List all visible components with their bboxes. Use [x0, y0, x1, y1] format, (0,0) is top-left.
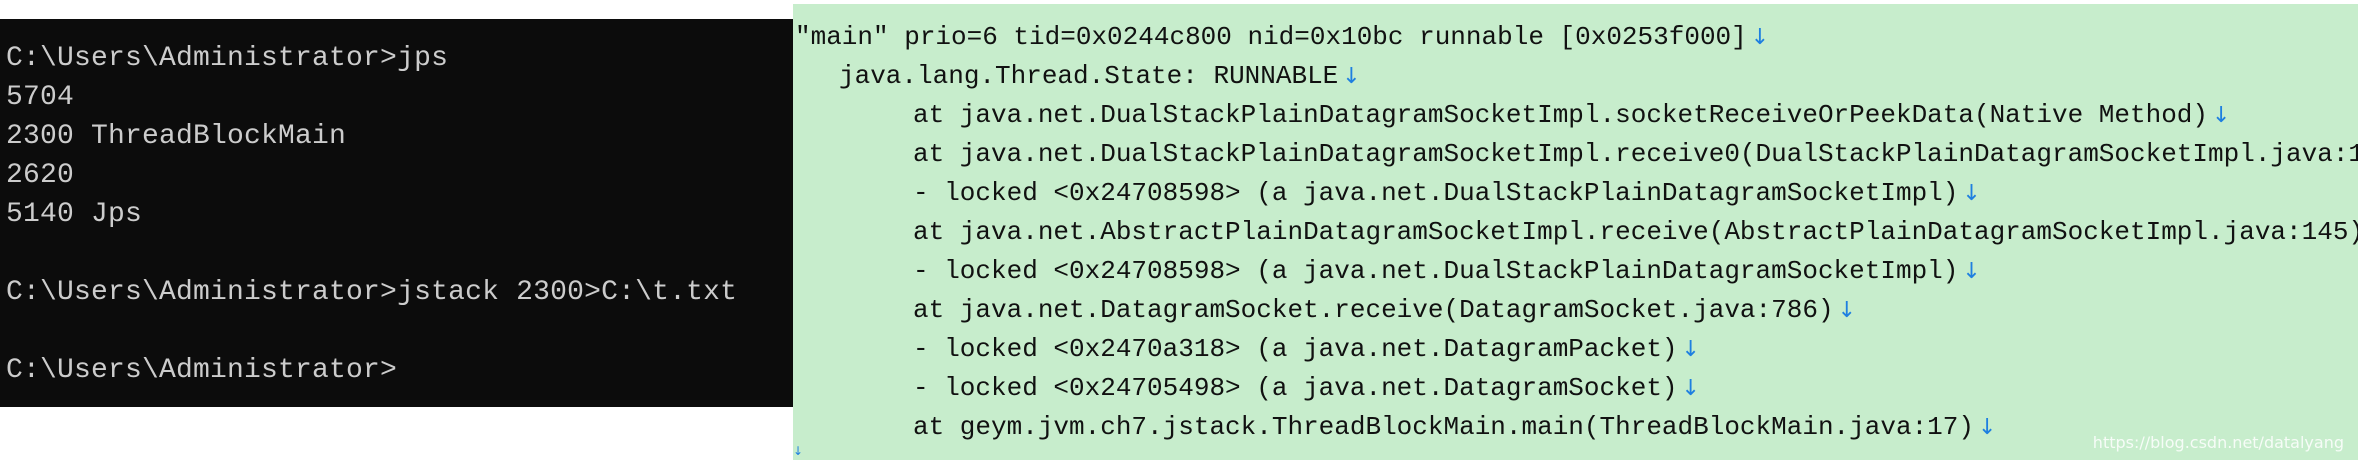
editor-line-text: at java.net.DatagramSocket.receive(Datag…	[913, 295, 1834, 325]
terminal-window[interactable]: C:\Users\Administrator>jps 5704 2300 Thr…	[0, 19, 793, 407]
terminal-line-pid-2300: 2300 ThreadBlockMain	[6, 121, 347, 152]
line-break-arrow-icon: ↓	[1681, 337, 1700, 362]
editor-line-text: - locked <0x24705498> (a java.net.Datagr…	[913, 373, 1678, 403]
editor-text-area[interactable]: "main" prio=6 tid=0x0244c800 nid=0x10bc …	[793, 4, 2358, 460]
terminal-line-jps-command: C:\Users\Administrator>jps	[6, 43, 449, 74]
editor-line-thread-state: java.lang.Thread.State: RUNNABLE ↓	[793, 57, 2358, 96]
terminal-line-pid-5704: 5704	[6, 82, 75, 113]
terminal-line-pid-2620: 2620	[6, 160, 75, 191]
editor-line-text: - locked <0x24708598> (a java.net.DualSt…	[913, 256, 1959, 286]
terminal-line-jstack-command: C:\Users\Administrator>jstack 2300>C:\t.…	[6, 277, 738, 308]
editor-line-stack-frame: at java.net.DualStackPlainDatagramSocket…	[793, 96, 2358, 135]
line-break-arrow-icon: ↓	[1962, 259, 1981, 284]
line-break-arrow-icon: ↓	[1962, 181, 1981, 206]
editor-line-stack-frame: at java.net.DatagramSocket.receive(Datag…	[793, 291, 2358, 330]
editor-line-lock: - locked <0x2470a318> (a java.net.Datagr…	[793, 330, 2358, 369]
editor-line-text: - locked <0x24708598> (a java.net.DualSt…	[913, 178, 1959, 208]
editor-line-text: java.lang.Thread.State: RUNNABLE	[839, 61, 1339, 91]
editor-line-thread-header: "main" prio=6 tid=0x0244c800 nid=0x10bc …	[793, 18, 2358, 57]
terminal-line-pid-5140: 5140 Jps	[6, 199, 143, 230]
editor-line-stack-frame: at java.net.DualStackPlainDatagramSocket…	[793, 135, 2358, 174]
editor-line-lock: - locked <0x24708598> (a java.net.DualSt…	[793, 174, 2358, 213]
editor-line-text: "main" prio=6 tid=0x0244c800 nid=0x10bc …	[795, 22, 1747, 52]
line-break-arrow-icon: ↓	[2212, 103, 2231, 128]
editor-line-text: - locked <0x2470a318> (a java.net.Datagr…	[913, 334, 1678, 364]
editor-line-text: at java.net.DualStackPlainDatagramSocket…	[913, 139, 2358, 169]
watermark: https://blog.csdn.net/datalyang	[2092, 433, 2344, 452]
editor-line-text: at java.net.AbstractPlainDatagramSocketI…	[913, 217, 2358, 247]
editor-line-stack-frame: at java.net.AbstractPlainDatagramSocketI…	[793, 213, 2358, 252]
terminal-line-prompt[interactable]: C:\Users\Administrator>	[6, 351, 793, 390]
editor-line-lock: - locked <0x24708598> (a java.net.DualSt…	[793, 252, 2358, 291]
line-break-arrow-icon: ↓	[1977, 415, 1997, 440]
end-of-file-arrow-icon: ↓	[793, 444, 804, 458]
line-break-arrow-icon: ↓	[1681, 376, 1700, 401]
line-break-arrow-icon: ↓	[1750, 25, 1770, 50]
line-break-arrow-icon: ↓	[1342, 64, 1361, 89]
editor-line-text: at java.net.DualStackPlainDatagramSocket…	[913, 100, 2209, 130]
line-break-arrow-icon: ↓	[1837, 298, 1856, 323]
editor-line-text: at geym.jvm.ch7.jstack.ThreadBlockMain.m…	[913, 412, 1974, 442]
editor-line-lock: - locked <0x24705498> (a java.net.Datagr…	[793, 369, 2358, 408]
